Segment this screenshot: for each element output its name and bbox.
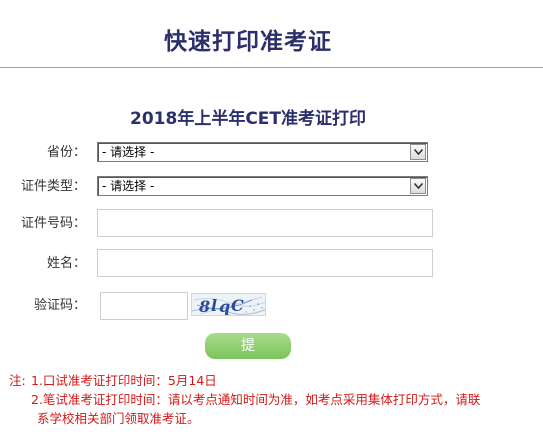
id-number-label: 证件号码： <box>20 216 86 231</box>
province-select[interactable]: - 请选择 - <box>97 142 428 162</box>
captcha-label: 验证码： <box>33 298 86 313</box>
province-label: 省份： <box>46 145 86 160</box>
chevron-down-icon[interactable] <box>410 178 426 194</box>
id-number-input[interactable] <box>97 209 433 237</box>
captcha-image[interactable]: 8 l q C <box>191 293 266 316</box>
name-label: 姓名： <box>46 256 86 271</box>
submit-button[interactable]: 提 交 <box>205 333 291 380</box>
captcha-input[interactable] <box>100 292 188 320</box>
notes: 注: 1.口试准考证打印时间：5月14日 2.笔试准考证打印时间：请以考点通知时间… <box>9 371 539 428</box>
page-title: 快速打印准考证 <box>164 29 332 55</box>
chevron-down-icon[interactable] <box>410 144 426 160</box>
note-line-1: 注: 1.口试准考证打印时间：5月14日 <box>9 371 539 390</box>
id-type-label: 证件类型： <box>20 179 86 194</box>
note-prefix: 注: <box>9 373 26 388</box>
svg-text:l: l <box>211 296 217 315</box>
svg-text:8: 8 <box>198 297 210 316</box>
note-line-2: 2.笔试准考证打印时间：请以考点通知时间为准，如考点采用集体打印方式，请联 <box>9 390 539 409</box>
province-select-value: - 请选择 - <box>102 145 155 159</box>
name-input[interactable] <box>97 249 433 277</box>
id-type-select-value: - 请选择 - <box>102 179 155 193</box>
svg-text:q: q <box>219 297 230 316</box>
note-text-2: 2.笔试准考证打印时间：请以考点通知时间为准，如考点采用集体打印方式，请联 <box>31 392 481 407</box>
note-line-3: 系学校相关部门领取准考证。 <box>9 409 539 428</box>
header-divider <box>0 67 543 68</box>
id-type-select[interactable]: - 请选择 - <box>97 176 428 196</box>
note-text-3: 系学校相关部门领取准考证。 <box>37 411 200 426</box>
form-title: 2018年上半年CET准考证打印 <box>130 109 366 129</box>
note-text-1: 1.口试准考证打印时间：5月14日 <box>31 373 217 388</box>
